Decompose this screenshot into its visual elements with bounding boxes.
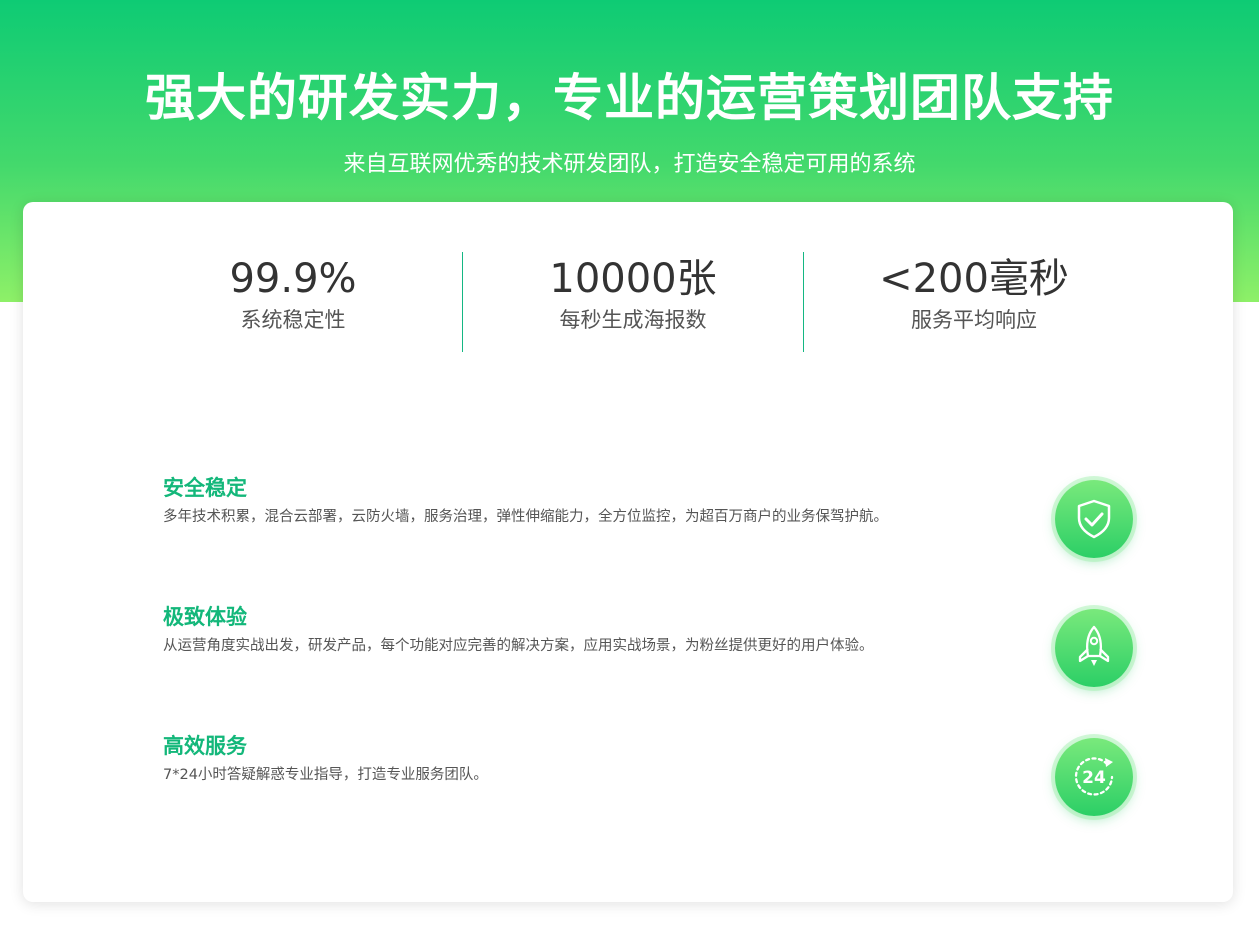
feature-title: 极致体验 [163,605,247,629]
stat-label: 服务平均响应 [911,308,1037,332]
feature-description: 从运营角度实战出发，研发产品，每个功能对应完善的解决方案，应用实战场景，为粉丝提… [163,638,874,654]
feature-description: 7*24小时答疑解惑专业指导，打造专业服务团队。 [163,767,488,783]
stat-label: 系统稳定性 [240,308,346,332]
clock-24-icon: 24 [1055,738,1133,816]
hero-title: 强大的研发实力，专业的运营策划团队支持 [145,69,1114,127]
stat-posters-per-second: 10000张 每秒生成海报数 [463,252,803,334]
hero-subtitle: 来自互联网优秀的技术研发团队，打造安全稳定可用的系统 [343,152,916,177]
clock-24-text: 24 [1082,768,1106,788]
feature-service: 高效服务 7*24小时答疑解惑专业指导，打造专业服务团队。 [163,731,1163,787]
stat-value: 10000张 [549,256,717,302]
shield-check-icon [1055,480,1133,558]
feature-security: 安全稳定 多年技术积累，混合云部署，云防火墙，服务治理，弹性伸缩能力，全方位监控… [163,473,1163,529]
stat-value: <200毫秒 [879,256,1069,302]
feature-title: 高效服务 [163,734,247,758]
feature-title: 安全稳定 [163,476,247,500]
stats-features-card: 99.9% 系统稳定性 10000张 每秒生成海报数 <200毫秒 服务平均响应… [23,202,1233,902]
stat-stability: 99.9% 系统稳定性 [123,252,463,334]
feature-description: 多年技术积累，混合云部署，云防火墙，服务治理，弹性伸缩能力，全方位监控，为超百万… [163,509,888,525]
feature-experience: 极致体验 从运营角度实战出发，研发产品，每个功能对应完善的解决方案，应用实战场景… [163,602,1163,658]
rocket-icon [1055,609,1133,687]
stat-value: 99.9% [229,256,357,302]
stat-label: 每秒生成海报数 [559,308,707,332]
stat-response-time: <200毫秒 服务平均响应 [804,252,1144,334]
